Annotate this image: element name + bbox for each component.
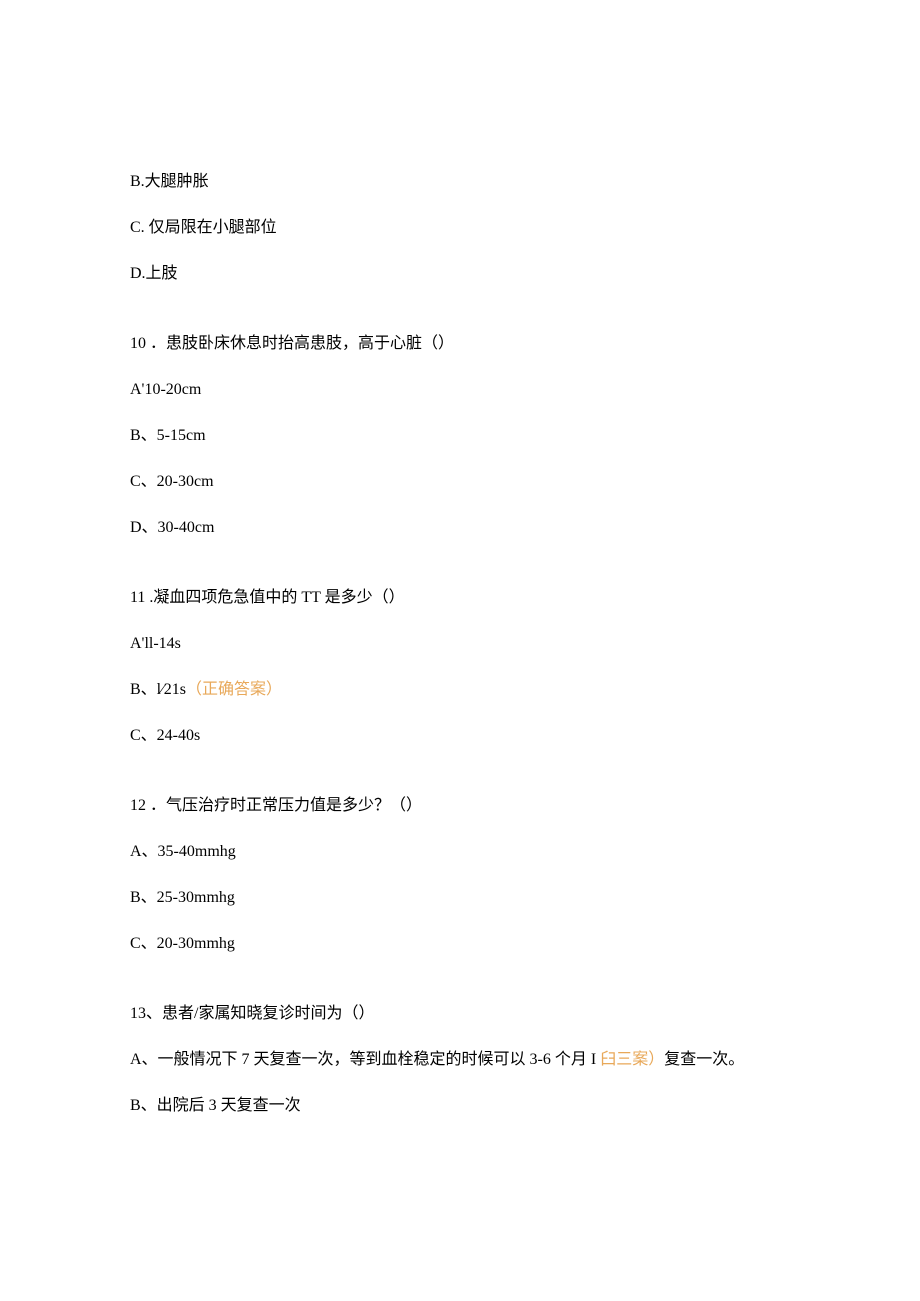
option-b: B、5-15cm [130,424,790,448]
question-11: 11 .凝血四项危急值中的 TT 是多少（） A'll-14s B、l∕21s（… [130,586,790,748]
option-a: A'll-14s [130,632,790,656]
option-a-suffix: 复查一次。 [664,1051,744,1068]
option-a-prefix: A、一般情况下 7 天复查一次，等到血栓稳定的时候可以 3-6 个月 I [130,1051,600,1068]
option-d: D.上肢 [130,262,790,286]
option-a: A、一般情况下 7 天复查一次，等到血栓稳定的时候可以 3-6 个月 I 臼三案… [130,1048,790,1072]
highlight-text: 臼三案） [600,1051,664,1068]
document-page: B.大腿肿胀 C. 仅局限在小腿部位 D.上肢 10 ．患肢卧床休息时抬高患肢，… [0,0,920,1301]
question-12: 12 ．气压治疗时正常压力值是多少？（） A、35-40mmhg B、25-30… [130,794,790,956]
option-c: C、24-40s [130,724,790,748]
option-b: B、l∕21s（正确答案） [130,678,790,702]
option-b-text: B、l∕21s [130,681,186,698]
question-9-options-partial: B.大腿肿胀 C. 仅局限在小腿部位 D.上肢 [130,170,790,286]
option-b: B、25-30mmhg [130,886,790,910]
option-a: A'10-20cm [130,378,790,402]
option-b: B.大腿肿胀 [130,170,790,194]
option-b: B、出院后 3 天复查一次 [130,1094,790,1118]
option-c: C、20-30cm [130,470,790,494]
question-10: 10 ．患肢卧床休息时抬高患肢，高于心脏（） A'10-20cm B、5-15c… [130,332,790,540]
option-a: A、35-40mmhg [130,840,790,864]
option-c: C. 仅局限在小腿部位 [130,216,790,240]
question-stem: 12 ．气压治疗时正常压力值是多少？（） [130,794,790,818]
question-stem: 11 .凝血四项危急值中的 TT 是多少（） [130,586,790,610]
option-d: D、30-40cm [130,516,790,540]
question-stem: 13、患者/家属知晓复诊时间为（） [130,1002,790,1026]
question-13: 13、患者/家属知晓复诊时间为（） A、一般情况下 7 天复查一次，等到血栓稳定… [130,1002,790,1118]
correct-answer-label: （正确答案） [186,681,282,698]
option-c: C、20-30mmhg [130,932,790,956]
question-stem: 10 ．患肢卧床休息时抬高患肢，高于心脏（） [130,332,790,356]
